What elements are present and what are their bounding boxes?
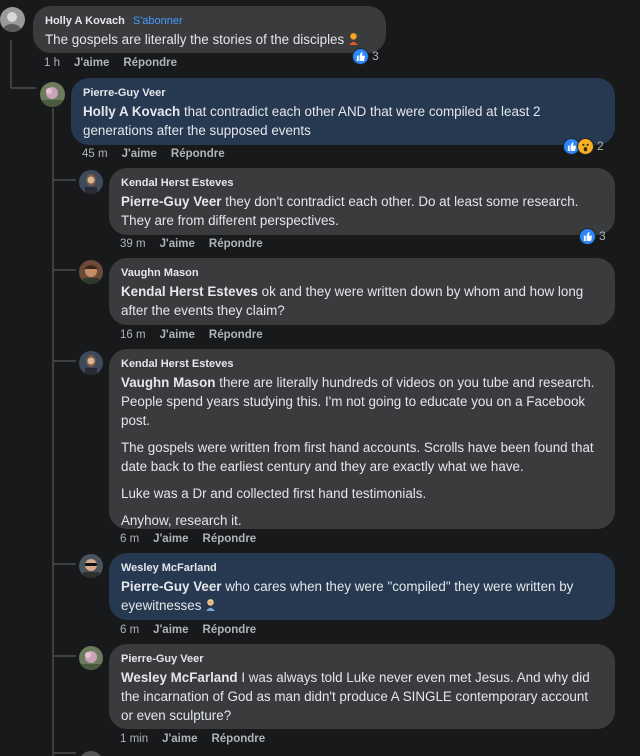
like-button[interactable]: J'aime [160,329,195,341]
comment-actions: 16 m J'aime Répondre [120,329,263,341]
comment-author[interactable]: Pierre-Guy Veer [83,87,166,99]
avatar[interactable] [79,751,103,756]
comment-thread: Holly A Kovach S'abonner The gospels are… [0,0,640,756]
comment-time[interactable]: 6 m [120,624,139,636]
comment-bubble: Kendal Herst Esteves Pierre-Guy Veer the… [109,168,615,235]
mention-link[interactable]: Pierre-Guy Veer [121,194,222,209]
comment-actions: 1 h J'aime Répondre [44,57,177,69]
comment-author[interactable]: Vaughn Mason [121,267,199,279]
comment-author[interactable]: Kendal Herst Esteves [121,177,234,189]
thread-line [10,87,36,89]
comment-paragraph: The gospels were written from first hand… [121,440,594,474]
reply-button[interactable]: Répondre [171,148,225,160]
thread-line [52,360,76,362]
thread-line [10,40,12,88]
reply-button[interactable]: Répondre [203,533,257,545]
comment-bubble: Holly A Kovach S'abonner The gospels are… [33,6,386,53]
avatar[interactable] [79,351,103,375]
avatar[interactable] [79,170,103,194]
thumbs-up-icon [352,47,369,65]
comment-bubble: Wesley McFarland Pierre-Guy Veer who car… [109,553,615,620]
person-emoji-icon [349,33,359,45]
comment-paragraph: Anyhow, research it. [121,513,242,528]
comment-author[interactable]: Kendal Herst Esteves [121,358,234,370]
comment-actions: 1 min J'aime Répondre [120,733,265,745]
avatar[interactable] [79,554,103,578]
reply-button[interactable]: Répondre [211,733,265,745]
like-button[interactable]: J'aime [160,238,195,250]
mention-link[interactable]: Holly A Kovach [83,104,180,119]
thread-line [52,752,76,754]
avatar[interactable] [40,82,65,107]
mention-link[interactable]: Vaughn Mason [121,375,216,390]
like-button[interactable]: J'aime [74,57,109,69]
comment-time[interactable]: 6 m [120,533,139,545]
thread-line [52,269,76,271]
like-button[interactable]: J'aime [162,733,197,745]
avatar[interactable] [0,7,25,32]
thread-line [52,108,54,756]
mention-link[interactable]: Kendal Herst Esteves [121,284,258,299]
comment-paragraph: Luke was a Dr and collected first hand t… [121,486,427,501]
avatar[interactable] [79,260,103,284]
like-button[interactable]: J'aime [122,148,157,160]
reaction-count: 3 [372,49,379,63]
avatar[interactable] [79,646,103,670]
reaction-summary[interactable]: 3 [579,226,606,246]
comment-bubble: Kendal Herst Esteves Vaughn Mason there … [109,349,615,529]
reply-button[interactable]: Répondre [203,624,257,636]
reaction-summary[interactable]: 2 [563,136,604,156]
reply-button[interactable]: Répondre [123,57,177,69]
follow-link[interactable]: S'abonner [133,15,183,27]
comment-time[interactable]: 1 h [44,57,60,69]
comment-author[interactable]: Wesley McFarland [121,562,217,574]
comment-bubble: Pierre-Guy Veer Wesley McFarland I was a… [109,644,615,729]
comment-time[interactable]: 39 m [120,238,146,250]
mention-link[interactable]: Wesley McFarland [121,670,238,685]
facepalm-emoji-icon [206,599,216,611]
comment-time[interactable]: 1 min [120,733,148,745]
reaction-count: 3 [599,229,606,243]
comment-bubble: Vaughn Mason Kendal Herst Esteves ok and… [109,258,615,325]
like-button[interactable]: J'aime [153,533,188,545]
comment-text: The gospels are literally the stories of… [45,32,345,47]
comment-time[interactable]: 45 m [82,148,108,160]
comment-actions: 6 m J'aime Répondre [120,533,256,545]
reaction-count: 2 [597,139,604,153]
comment-author[interactable]: Holly A Kovach [45,15,125,27]
comment-bubble: Pierre-Guy Veer Holly A Kovach that cont… [71,78,615,145]
wow-face-icon [577,137,594,155]
thumbs-up-icon [579,227,596,245]
reply-button[interactable]: Répondre [209,329,263,341]
reply-button[interactable]: Répondre [209,238,263,250]
thread-line [52,179,76,181]
thread-line [52,655,76,657]
thread-line [52,563,76,565]
comment-actions: 45 m J'aime Répondre [82,148,225,160]
comment-author[interactable]: Pierre-Guy Veer [121,653,204,665]
comment-time[interactable]: 16 m [120,329,146,341]
mention-link[interactable]: Pierre-Guy Veer [121,579,222,594]
like-button[interactable]: J'aime [153,624,188,636]
reaction-summary[interactable]: 3 [352,46,379,66]
comment-actions: 6 m J'aime Répondre [120,624,256,636]
comment-actions: 39 m J'aime Répondre [120,238,263,250]
